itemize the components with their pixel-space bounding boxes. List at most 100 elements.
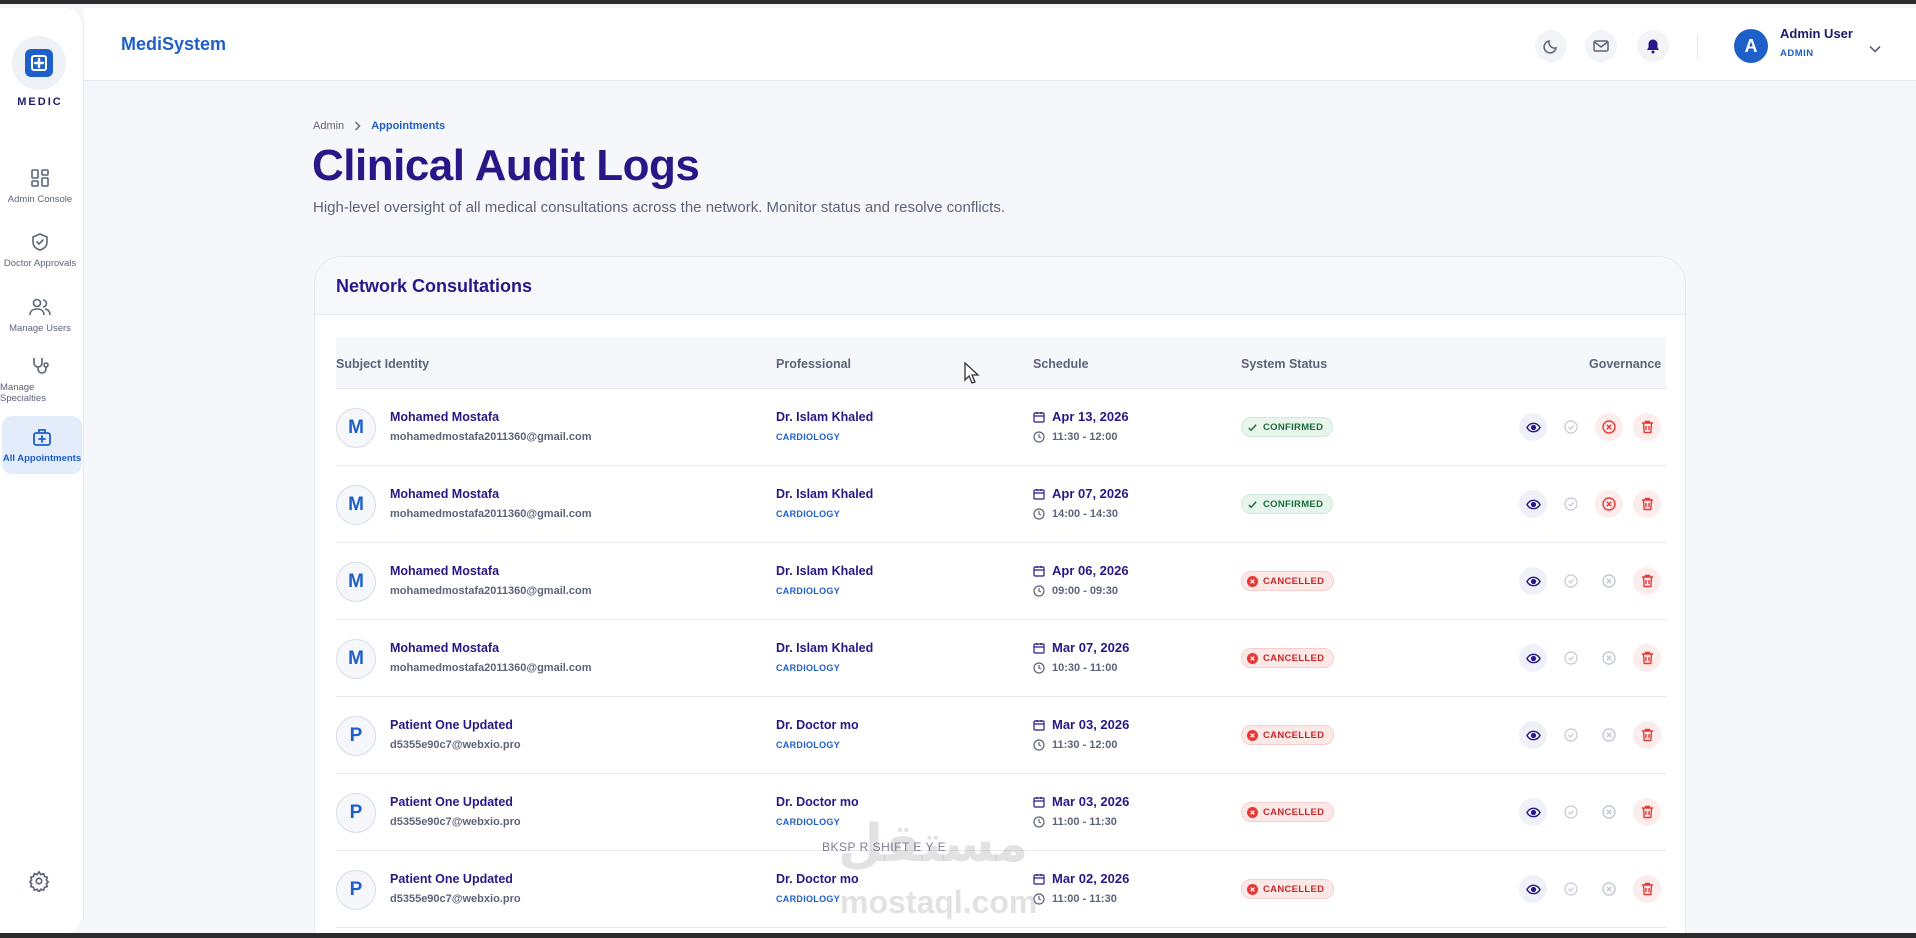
trash-icon bbox=[1641, 574, 1653, 588]
calendar-icon bbox=[1033, 411, 1045, 423]
clock-icon bbox=[1033, 816, 1045, 828]
cancel-button[interactable] bbox=[1595, 567, 1623, 595]
mouse-cursor-icon bbox=[963, 361, 981, 390]
cancel-button[interactable] bbox=[1595, 490, 1623, 518]
doctor-name: Dr. Islam Khaled bbox=[776, 410, 874, 424]
logo[interactable] bbox=[12, 36, 66, 90]
approve-button[interactable] bbox=[1557, 721, 1585, 749]
avatar: M bbox=[336, 639, 376, 679]
appointment-time: 11:00 - 11:30 bbox=[1033, 816, 1117, 828]
doctor-name: Dr. Doctor mo bbox=[776, 795, 859, 809]
sidebar-item-admin-console[interactable]: Admin Console bbox=[0, 157, 80, 215]
cancel-button[interactable] bbox=[1595, 875, 1623, 903]
date-text: Apr 13, 2026 bbox=[1052, 409, 1129, 424]
chevron-down-icon[interactable] bbox=[1869, 40, 1881, 58]
breadcrumb-root[interactable]: Admin bbox=[313, 120, 344, 132]
approve-button[interactable] bbox=[1557, 490, 1585, 518]
cancel-button[interactable] bbox=[1595, 413, 1623, 441]
sidebar-item-manage-users[interactable]: Manage Users bbox=[0, 286, 80, 344]
patient-email: mohamedmostafa2011360@gmail.com bbox=[390, 662, 592, 674]
x-circle-icon bbox=[1602, 805, 1616, 819]
check-icon bbox=[1248, 423, 1257, 431]
mail-icon[interactable] bbox=[1585, 30, 1617, 62]
view-button[interactable] bbox=[1519, 875, 1547, 903]
sidebar-item-doctor-approvals[interactable]: Doctor Approvals bbox=[0, 221, 80, 279]
date-text: Mar 03, 2026 bbox=[1052, 794, 1130, 809]
check-icon bbox=[1248, 500, 1257, 508]
patient-name: Mohamed Mostafa bbox=[390, 410, 500, 424]
delete-button[interactable] bbox=[1633, 413, 1661, 441]
x-circle-icon bbox=[1247, 652, 1258, 664]
date-text: Mar 02, 2026 bbox=[1052, 871, 1130, 886]
approve-button[interactable] bbox=[1557, 567, 1585, 595]
moon-icon[interactable] bbox=[1535, 30, 1567, 62]
patient-name: Mohamed Mostafa bbox=[390, 564, 500, 578]
delete-button[interactable] bbox=[1633, 567, 1661, 595]
status-badge: CANCELLED bbox=[1241, 879, 1335, 899]
status-badge: CANCELLED bbox=[1241, 648, 1335, 668]
watermark-url: mostaql.com bbox=[840, 884, 1038, 920]
trash-icon bbox=[1641, 420, 1653, 434]
doctor-specialty: CARDIOLOGY bbox=[776, 740, 841, 750]
appointment-date: Mar 02, 2026 bbox=[1033, 871, 1129, 886]
cancel-button[interactable] bbox=[1595, 644, 1623, 672]
appointment-time: 11:00 - 11:30 bbox=[1033, 893, 1117, 905]
table-row: P Patient One Updated d5355e90c7@webxio.… bbox=[336, 697, 1666, 774]
avatar[interactable]: A bbox=[1734, 29, 1768, 63]
doctor-name: Dr. Islam Khaled bbox=[776, 487, 874, 501]
sidebar-item-all-appointments[interactable]: All Appointments bbox=[2, 416, 82, 474]
delete-button[interactable] bbox=[1633, 875, 1661, 903]
calendar-icon bbox=[1033, 796, 1045, 808]
delete-button[interactable] bbox=[1633, 798, 1661, 826]
doctor-specialty: CARDIOLOGY bbox=[776, 509, 841, 519]
status-badge: CONFIRMED bbox=[1241, 494, 1334, 514]
x-circle-icon bbox=[1247, 883, 1258, 895]
appointment-date: Apr 06, 2026 bbox=[1033, 563, 1129, 578]
brand-name[interactable]: MediSystem bbox=[121, 34, 226, 55]
appointment-date: Apr 13, 2026 bbox=[1033, 409, 1129, 424]
avatar: M bbox=[336, 562, 376, 602]
delete-button[interactable] bbox=[1633, 644, 1661, 672]
view-button[interactable] bbox=[1519, 644, 1547, 672]
clock-icon bbox=[1033, 739, 1045, 751]
gear-icon[interactable] bbox=[28, 870, 50, 897]
appointment-date: Mar 07, 2026 bbox=[1033, 640, 1129, 655]
view-button[interactable] bbox=[1519, 798, 1547, 826]
delete-button[interactable] bbox=[1633, 721, 1661, 749]
status-badge: CANCELLED bbox=[1241, 802, 1335, 822]
clock-icon bbox=[1033, 431, 1045, 443]
eye-icon bbox=[1525, 422, 1541, 432]
view-button[interactable] bbox=[1519, 721, 1547, 749]
x-circle-icon bbox=[1602, 420, 1616, 434]
sidebar-item-label: Doctor Approvals bbox=[3, 257, 77, 269]
page-subtitle: High-level oversight of all medical cons… bbox=[313, 199, 1005, 216]
view-button[interactable] bbox=[1519, 567, 1547, 595]
approve-button[interactable] bbox=[1557, 798, 1585, 826]
x-circle-icon bbox=[1247, 575, 1258, 587]
cancel-button[interactable] bbox=[1595, 798, 1623, 826]
cancel-button[interactable] bbox=[1595, 721, 1623, 749]
bell-icon[interactable] bbox=[1637, 30, 1669, 62]
user-name[interactable]: Admin User bbox=[1780, 26, 1853, 41]
approve-button[interactable] bbox=[1557, 875, 1585, 903]
appointment-time: 11:30 - 12:00 bbox=[1033, 431, 1117, 443]
sidebar-item-label: Admin Console bbox=[7, 193, 73, 205]
approve-button[interactable] bbox=[1557, 644, 1585, 672]
check-circle-icon bbox=[1564, 805, 1578, 819]
delete-button[interactable] bbox=[1633, 490, 1661, 518]
trash-icon bbox=[1641, 882, 1653, 896]
avatar: P bbox=[336, 793, 376, 833]
sidebar-item-manage-specialties[interactable]: Manage Specialties bbox=[0, 351, 80, 409]
x-circle-icon bbox=[1602, 497, 1616, 511]
x-circle-icon bbox=[1602, 882, 1616, 896]
avatar: M bbox=[336, 408, 376, 448]
x-circle-icon bbox=[1602, 574, 1616, 588]
view-button[interactable] bbox=[1519, 490, 1547, 518]
trash-icon bbox=[1641, 497, 1653, 511]
approve-button[interactable] bbox=[1557, 413, 1585, 441]
status-text: CONFIRMED bbox=[1263, 498, 1324, 510]
doctor-name: Dr. Doctor mo bbox=[776, 718, 859, 732]
table-header: Subject Identity Professional Schedule S… bbox=[336, 337, 1666, 389]
view-button[interactable] bbox=[1519, 413, 1547, 441]
time-text: 11:30 - 12:00 bbox=[1052, 431, 1118, 443]
